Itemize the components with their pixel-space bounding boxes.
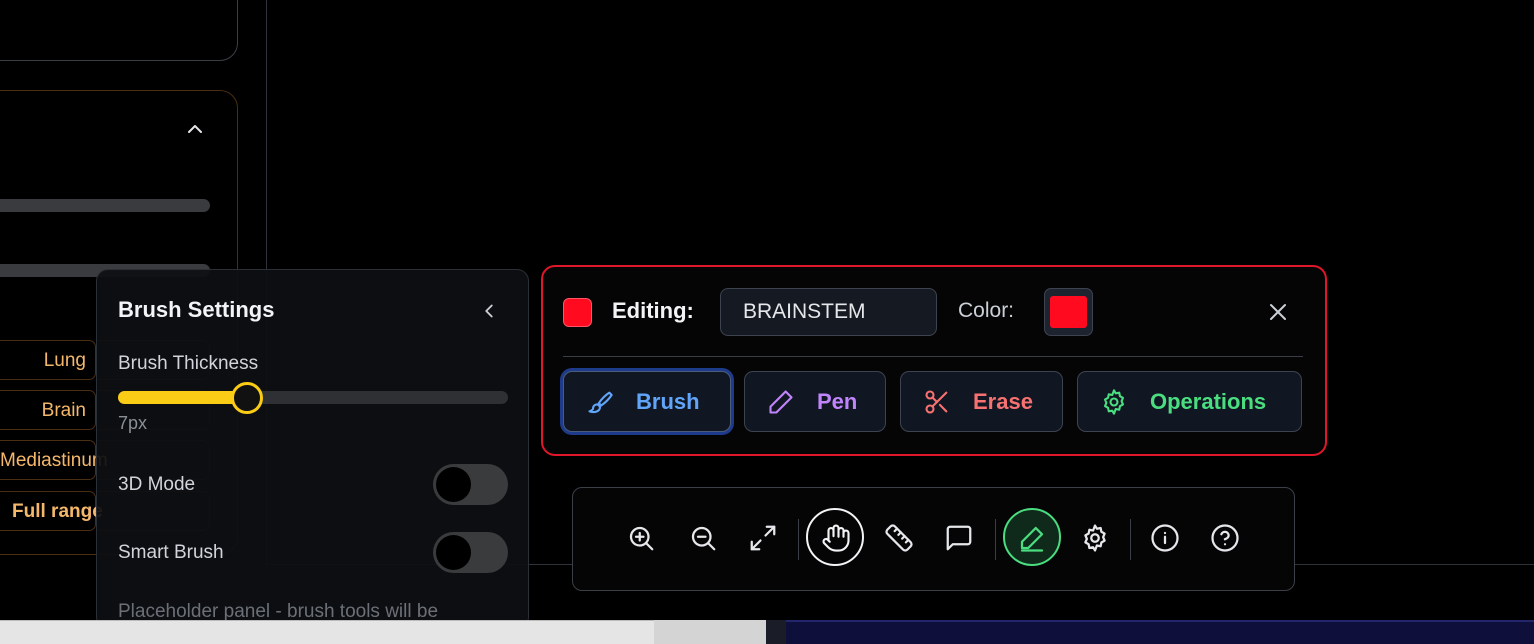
brush-thickness-fill: [118, 391, 247, 404]
pen-tool-label: Pen: [817, 388, 858, 414]
comment-icon[interactable]: [944, 523, 974, 553]
chevron-up-icon[interactable]: [183, 117, 207, 141]
preset-full-range-label: Full range: [12, 501, 103, 522]
operations-tool-button[interactable]: Operations: [1077, 371, 1302, 432]
pan-hand-icon: [822, 524, 850, 552]
segment-color-swatch: [563, 298, 592, 327]
editing-separator: [563, 356, 1303, 357]
pen-icon: [769, 389, 793, 414]
erase-tool-label: Erase: [973, 388, 1033, 414]
mode-3d-toggle[interactable]: [433, 464, 508, 505]
window-slider-track[interactable]: [0, 199, 210, 212]
settings-icon[interactable]: [1080, 523, 1110, 553]
brush-settings-panel: [96, 269, 529, 629]
gear-icon: [1103, 388, 1125, 415]
color-label: Color:: [958, 299, 1015, 322]
brush-tool-button[interactable]: Brush: [563, 371, 731, 432]
erase-tool-button[interactable]: Erase: [900, 371, 1063, 432]
zoom-in-icon[interactable]: [626, 523, 656, 553]
preset-brain-label: Brain: [41, 400, 86, 421]
close-icon[interactable]: [1266, 300, 1290, 324]
segment-name-input[interactable]: [720, 288, 937, 336]
bottom-strip-dark: [766, 620, 786, 644]
preset-lung-label: Lung: [43, 350, 86, 371]
brush-tool-label: Brush: [636, 388, 700, 414]
brush-thickness-label: Brush Thickness: [118, 353, 259, 374]
toolbar-separator-3: [1130, 519, 1131, 560]
brush-icon: [588, 391, 613, 413]
viewer-toolbar: [572, 487, 1295, 591]
fit-screen-icon[interactable]: [748, 523, 778, 553]
mode-3d-label: 3D Mode: [118, 474, 196, 495]
panel-card-top: [0, 0, 238, 61]
smart-brush-toggle-knob: [436, 535, 471, 570]
color-picker-button[interactable]: [1044, 288, 1093, 336]
brush-thickness-handle[interactable]: [231, 382, 263, 414]
chevron-left-icon[interactable]: [478, 299, 500, 323]
bottom-strip-light: [0, 620, 654, 644]
draw-pen-icon: [1020, 526, 1044, 552]
smart-brush-label: Smart Brush: [118, 542, 224, 563]
preset-mediastinum-label: Mediastinum: [0, 450, 108, 471]
info-icon[interactable]: [1150, 523, 1180, 553]
scissors-icon: [925, 389, 948, 414]
smart-brush-toggle[interactable]: [433, 532, 508, 573]
color-picker-fill: [1050, 296, 1087, 328]
zoom-out-icon[interactable]: [688, 523, 718, 553]
bottom-strip-navy: [786, 620, 1534, 644]
operations-tool-label: Operations: [1150, 388, 1267, 414]
bottom-strip-mid: [654, 620, 766, 644]
mode-3d-toggle-knob: [436, 467, 471, 502]
editing-label: Editing:: [612, 298, 694, 323]
ruler-icon[interactable]: [884, 523, 914, 553]
brush-thickness-value: 7px: [118, 413, 148, 433]
brush-settings-title: Brush Settings: [118, 297, 275, 322]
toolbar-separator-1: [798, 519, 799, 560]
pen-tool-button[interactable]: Pen: [744, 371, 886, 432]
help-icon[interactable]: [1210, 523, 1240, 553]
toolbar-separator-2: [995, 519, 996, 560]
